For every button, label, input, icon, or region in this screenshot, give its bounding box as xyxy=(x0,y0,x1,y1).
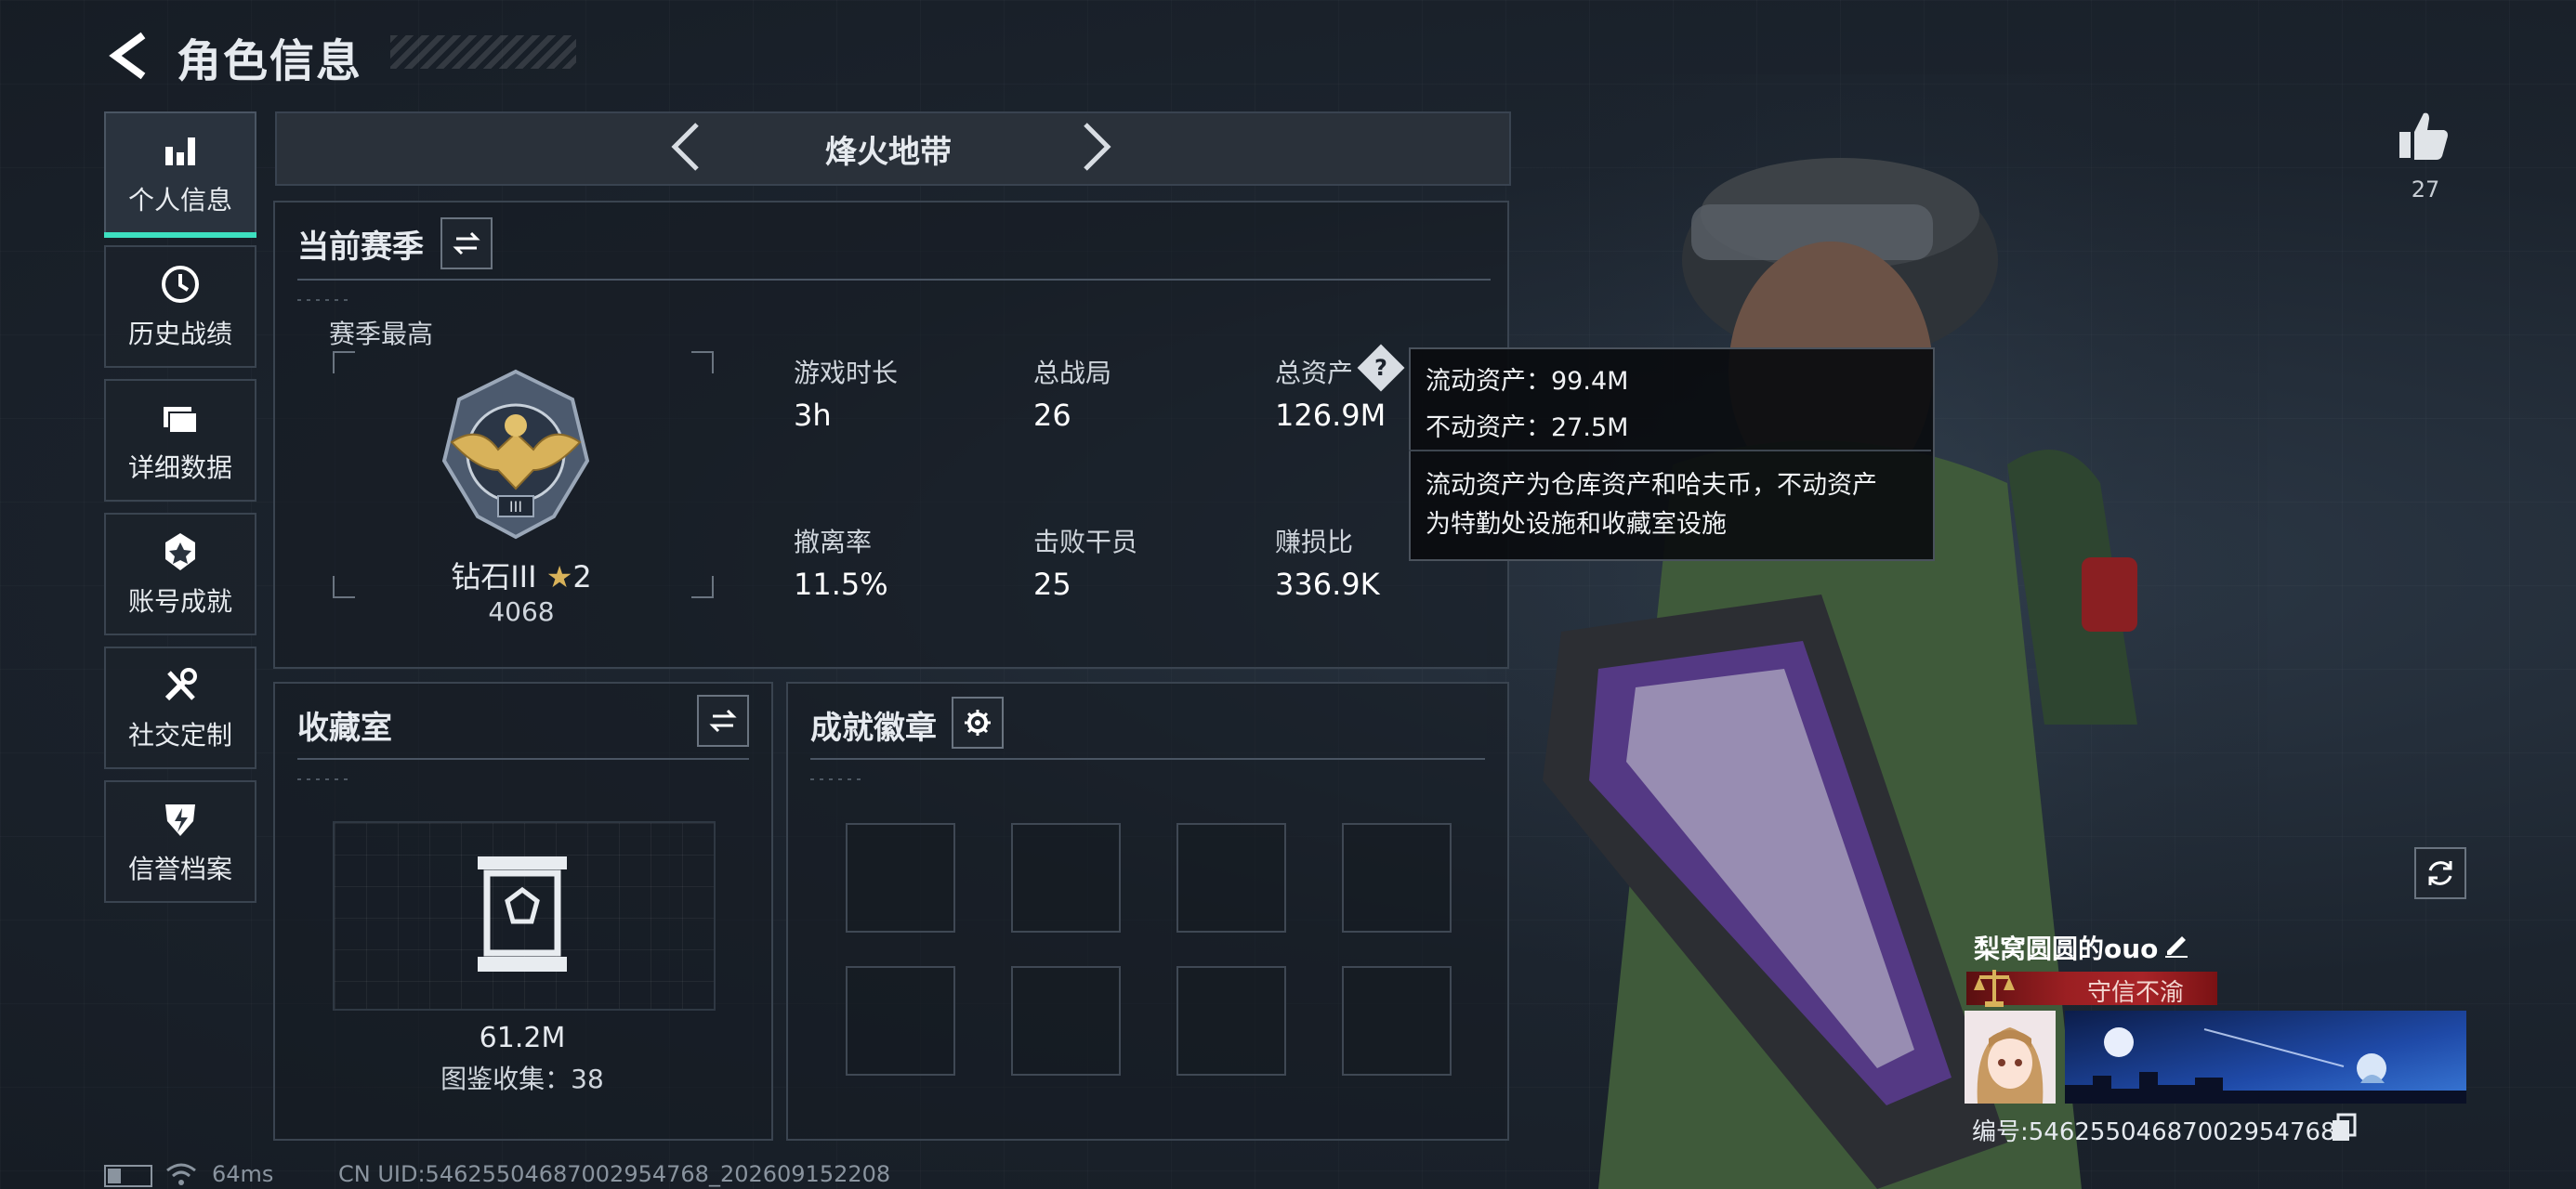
tooltip-desc-line: 流动资产为仓库资产和哈夫币，不动资产 xyxy=(1426,471,1877,500)
tools-icon xyxy=(164,668,197,701)
stat-label: 总战局 xyxy=(1033,358,1112,388)
divider xyxy=(297,279,1491,281)
gear-icon xyxy=(965,710,991,736)
tooltip-divider xyxy=(1409,450,1931,451)
stat-value: 26 xyxy=(1033,398,1071,433)
season-best-label: 赛季最高 xyxy=(329,319,434,349)
stat-label: 总资产 xyxy=(1275,358,1354,388)
sidebar-item-match-history[interactable]: 历史战绩 xyxy=(104,245,256,368)
sidebar-item-label: 信誉档案 xyxy=(127,854,232,884)
badge-slot[interactable] xyxy=(1342,966,1452,1076)
player-title: 守信不渝 xyxy=(2086,979,2184,1007)
avatar[interactable] xyxy=(1965,1011,2056,1104)
rank-name-row: 钻石III ★2 xyxy=(442,554,600,596)
wifi-icon xyxy=(166,1163,196,1185)
sidebar-item-social-custom[interactable]: 社交定制 xyxy=(104,647,256,769)
swap-icon xyxy=(709,709,737,733)
stat-label: 游戏时长 xyxy=(794,358,899,388)
player-id: 编号:5462550468700295476​8 xyxy=(1972,1118,2336,1146)
collection-switch-button[interactable] xyxy=(697,695,749,747)
sidebar-item-achievements[interactable]: 账号成就 xyxy=(104,513,256,635)
sidebar-item-personal-info[interactable]: 个人信息 xyxy=(104,111,256,238)
clock-icon xyxy=(162,266,199,303)
badge-slot[interactable] xyxy=(846,823,955,933)
sidebar-item-detailed-data[interactable]: 详细数据 xyxy=(104,379,256,502)
stat-value: 3h xyxy=(794,398,832,433)
diamond-rank-emblem-icon: III xyxy=(441,369,590,540)
title-decoration xyxy=(390,35,576,69)
shield-bolt-icon xyxy=(165,804,195,836)
svg-text:III: III xyxy=(509,498,522,516)
chevron-left-icon[interactable] xyxy=(662,119,714,175)
battery-icon xyxy=(104,1165,152,1187)
swap-icon xyxy=(453,231,480,255)
rank-stars: 2 xyxy=(572,559,592,594)
folder-icon xyxy=(164,407,198,434)
thumbs-up-icon[interactable] xyxy=(2396,108,2451,163)
player-nickname: 梨窝圆圆的ouo xyxy=(1974,934,2159,964)
badge-slot[interactable] xyxy=(1176,966,1286,1076)
profile-banner-image xyxy=(2065,1011,2466,1104)
like-count: 27 xyxy=(2411,176,2440,203)
collection-value: 61.2M xyxy=(479,1022,566,1054)
stat-value: 25 xyxy=(1033,567,1071,602)
mode-name: 烽火地带 xyxy=(825,134,952,171)
sidebar-item-label: 详细数据 xyxy=(127,452,232,483)
sidebar-item-label: 账号成就 xyxy=(127,586,232,617)
tooltip-desc-line: 为特勤处设施和收藏室设施 xyxy=(1426,510,1727,539)
sidebar-item-reputation[interactable]: 信誉档案 xyxy=(104,780,256,903)
badge-slot[interactable] xyxy=(846,966,955,1076)
badge-slot[interactable] xyxy=(1176,823,1286,933)
divider xyxy=(297,758,749,760)
badge-slot[interactable] xyxy=(1342,823,1452,933)
medal-icon xyxy=(165,533,195,570)
badge-slot[interactable] xyxy=(1011,823,1121,933)
decor-dots xyxy=(810,778,866,780)
scales-emblem-icon xyxy=(1974,970,2015,1007)
collection-title: 收藏室 xyxy=(297,710,392,747)
help-icon[interactable]: ? xyxy=(1357,344,1405,392)
stat-label: 击败干员 xyxy=(1033,527,1138,557)
sidebar-item-label: 历史战绩 xyxy=(127,319,232,349)
divider xyxy=(810,758,1485,760)
stat-label: 赚损比 xyxy=(1275,527,1354,557)
display-case-icon xyxy=(478,856,567,972)
refresh-icon xyxy=(2428,861,2452,885)
tooltip-liquid-assets: 流动资产：99.4M xyxy=(1426,367,1629,396)
avatar-anime-girl-icon xyxy=(1965,1011,2056,1104)
season-switch-button[interactable] xyxy=(440,217,493,269)
copy-icon[interactable] xyxy=(2331,1113,2359,1143)
stat-label: 撤离率 xyxy=(794,527,873,557)
stat-value: 336.9K xyxy=(1275,567,1380,602)
badges-settings-button[interactable] xyxy=(952,697,1004,749)
bar-chart-icon xyxy=(165,137,195,165)
decor-dots xyxy=(297,299,353,301)
tooltip-fixed-assets: 不动资产：27.5M xyxy=(1426,413,1629,442)
sidebar-item-label: 社交定制 xyxy=(127,720,232,751)
star-icon: ★ xyxy=(545,559,573,594)
chevron-right-icon[interactable] xyxy=(1069,119,1121,175)
sidebar-item-label: 个人信息 xyxy=(127,185,232,216)
stat-value: 126.9M xyxy=(1275,398,1387,433)
back-arrow-icon[interactable] xyxy=(102,28,158,84)
season-title: 当前赛季 xyxy=(297,229,424,266)
page-title: 角色信息 xyxy=(177,35,363,87)
badge-slot[interactable] xyxy=(1011,966,1121,1076)
collection-catalog: 图鉴收集：38 xyxy=(440,1064,604,1094)
stat-value: 11.5% xyxy=(794,567,888,602)
decor-dots xyxy=(297,778,353,780)
refresh-button[interactable] xyxy=(2414,847,2466,899)
edit-pencil-icon[interactable] xyxy=(2162,929,2191,959)
uid-footer: CN UID:5462550468700295476​8_20260915220… xyxy=(338,1161,891,1187)
rank-score: 4068 xyxy=(488,596,555,627)
badges-title: 成就徽章 xyxy=(810,710,937,747)
ping: 64ms xyxy=(212,1161,274,1187)
rank-name: 钻石III xyxy=(451,559,537,594)
